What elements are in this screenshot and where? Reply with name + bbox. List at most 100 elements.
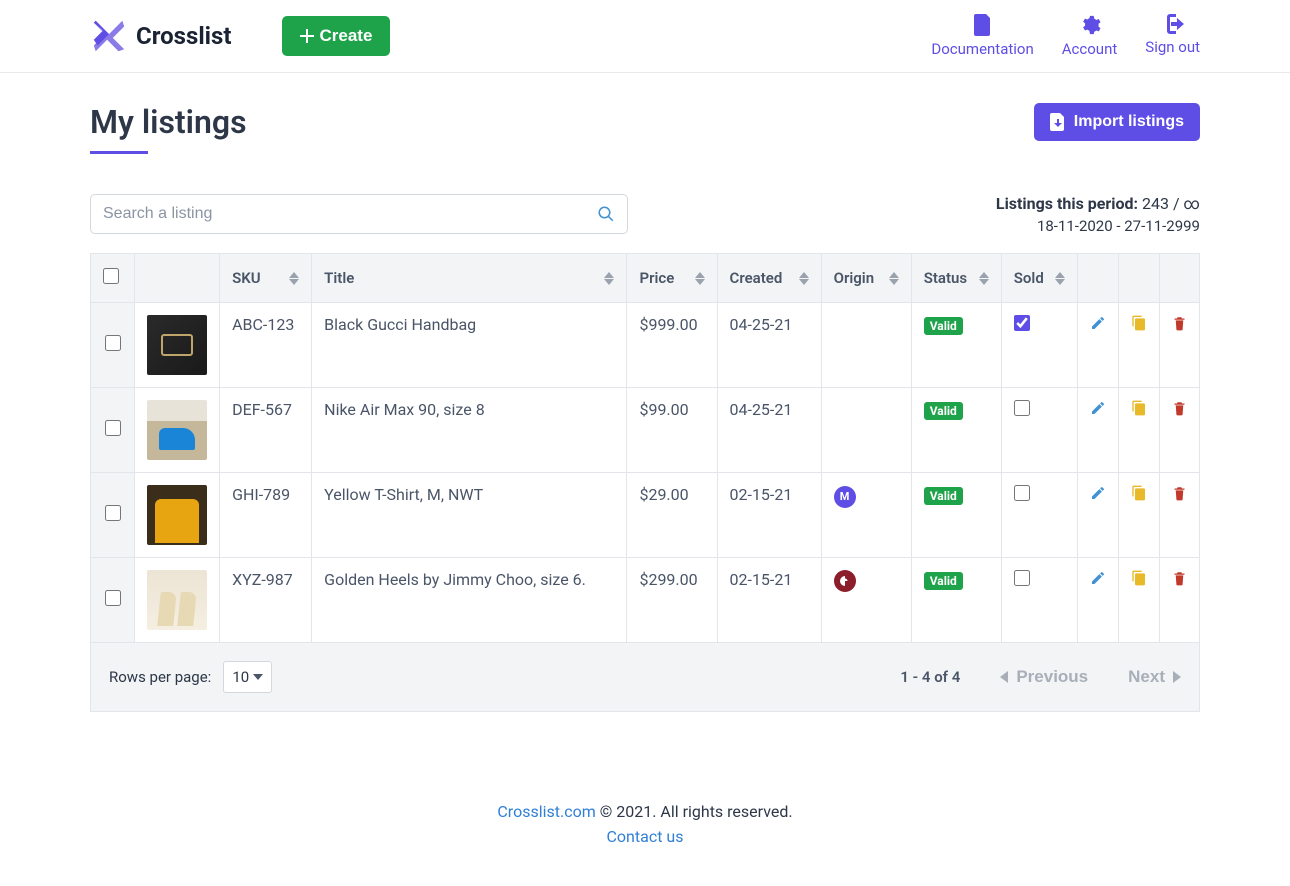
row-thumb-cell <box>135 388 220 473</box>
rows-per-page-value: 10 <box>232 668 249 686</box>
stats-period: 18-11-2020 - 27-11-2999 <box>996 217 1200 235</box>
row-checkbox[interactable] <box>105 335 121 351</box>
delete-button[interactable] <box>1172 570 1187 587</box>
row-sold <box>1001 388 1077 473</box>
row-checkbox-cell <box>91 558 135 643</box>
row-origin <box>821 303 911 388</box>
search-input-wrap[interactable] <box>90 194 628 234</box>
sort-icon <box>289 272 299 285</box>
listing-thumbnail[interactable] <box>147 315 207 375</box>
row-checkbox[interactable] <box>105 420 121 436</box>
table-row: DEF-567Nike Air Max 90, size 8$99.0004-2… <box>91 388 1200 473</box>
edit-button[interactable] <box>1090 400 1106 416</box>
header-status[interactable]: Status <box>911 254 1001 303</box>
row-checkbox[interactable] <box>105 505 121 521</box>
sort-icon <box>695 272 705 285</box>
row-price: $999.00 <box>627 303 717 388</box>
create-button-label: Create <box>320 26 373 46</box>
listing-thumbnail[interactable] <box>147 570 207 630</box>
nav-signout-label: Sign out <box>1145 38 1200 56</box>
pagination-range: 1 - 4 of 4 <box>900 668 960 686</box>
nav-account-label: Account <box>1062 40 1118 58</box>
sold-checkbox[interactable] <box>1014 485 1030 501</box>
pagination-next[interactable]: Next <box>1128 667 1181 687</box>
copy-button[interactable] <box>1131 315 1147 331</box>
row-origin <box>821 558 911 643</box>
row-delete-cell <box>1159 388 1199 473</box>
search-input[interactable] <box>103 205 597 223</box>
row-title: Golden Heels by Jimmy Choo, size 6. <box>312 558 627 643</box>
row-sold <box>1001 303 1077 388</box>
sold-checkbox[interactable] <box>1014 400 1030 416</box>
row-status: Valid <box>911 473 1001 558</box>
listing-thumbnail[interactable] <box>147 485 207 545</box>
page-header: My listings Import listings <box>90 103 1200 154</box>
header-created-label: Created <box>730 269 783 287</box>
header-origin[interactable]: Origin <box>821 254 911 303</box>
checkbox-select-all[interactable] <box>103 268 119 284</box>
row-sold <box>1001 473 1077 558</box>
delete-button[interactable] <box>1172 485 1187 502</box>
nav-signout[interactable]: Sign out <box>1145 14 1200 58</box>
header-price[interactable]: Price <box>627 254 717 303</box>
listings-table: SKU Title Price Created Origin Status So… <box>90 253 1200 643</box>
copy-button[interactable] <box>1131 400 1147 416</box>
edit-button[interactable] <box>1090 315 1106 331</box>
copy-button[interactable] <box>1131 485 1147 501</box>
rows-per-page-select[interactable]: 10 <box>223 661 272 693</box>
row-sku: XYZ-987 <box>220 558 312 643</box>
nav-account[interactable]: Account <box>1062 14 1118 58</box>
edit-button[interactable] <box>1090 570 1106 586</box>
row-thumb-cell <box>135 473 220 558</box>
sort-icon <box>889 272 899 285</box>
import-listings-button[interactable]: Import listings <box>1034 103 1200 141</box>
plus-icon <box>300 29 314 43</box>
row-status: Valid <box>911 558 1001 643</box>
row-title: Black Gucci Handbag <box>312 303 627 388</box>
row-sku: GHI-789 <box>220 473 312 558</box>
row-edit-cell <box>1077 558 1118 643</box>
edit-button[interactable] <box>1090 485 1106 501</box>
delete-button[interactable] <box>1172 400 1187 417</box>
copy-button[interactable] <box>1131 570 1147 586</box>
chevron-left-icon <box>1000 671 1008 683</box>
nav-documentation-label: Documentation <box>931 40 1033 58</box>
header-sku[interactable]: SKU <box>220 254 312 303</box>
header-created[interactable]: Created <box>717 254 821 303</box>
nav-documentation[interactable]: Documentation <box>931 14 1033 58</box>
status-badge: Valid <box>924 572 963 590</box>
delete-button[interactable] <box>1172 315 1187 332</box>
listing-thumbnail[interactable] <box>147 400 207 460</box>
row-status: Valid <box>911 303 1001 388</box>
row-checkbox-cell <box>91 473 135 558</box>
row-created: 04-25-21 <box>717 303 821 388</box>
row-copy-cell <box>1118 303 1159 388</box>
row-price: $29.00 <box>627 473 717 558</box>
origin-poshmark-icon <box>834 570 856 592</box>
header-sold[interactable]: Sold <box>1001 254 1077 303</box>
pagination-prev[interactable]: Previous <box>1000 667 1088 687</box>
status-badge: Valid <box>924 487 963 505</box>
sold-checkbox[interactable] <box>1014 570 1030 586</box>
search-icon[interactable] <box>597 205 615 223</box>
sold-checkbox[interactable] <box>1014 315 1030 331</box>
header-title-label: Title <box>324 269 354 287</box>
create-button[interactable]: Create <box>282 16 391 56</box>
pagination-nav: Previous Next <box>1000 667 1181 687</box>
row-delete-cell <box>1159 558 1199 643</box>
row-thumb-cell <box>135 558 220 643</box>
row-copy-cell <box>1118 473 1159 558</box>
gear-icon <box>1079 14 1101 36</box>
footer-contact-link[interactable]: Contact us <box>607 827 684 846</box>
row-copy-cell <box>1118 388 1159 473</box>
row-title: Yellow T-Shirt, M, NWT <box>312 473 627 558</box>
brand-logo[interactable]: Crosslist <box>90 17 232 55</box>
row-created: 04-25-21 <box>717 388 821 473</box>
row-checkbox[interactable] <box>105 590 121 606</box>
footer-site-link[interactable]: Crosslist.com <box>497 802 595 821</box>
crosslist-logo-icon <box>90 17 128 55</box>
header-title[interactable]: Title <box>312 254 627 303</box>
sort-icon <box>979 272 989 285</box>
title-underline <box>90 151 148 154</box>
header-select-all[interactable] <box>91 254 135 303</box>
